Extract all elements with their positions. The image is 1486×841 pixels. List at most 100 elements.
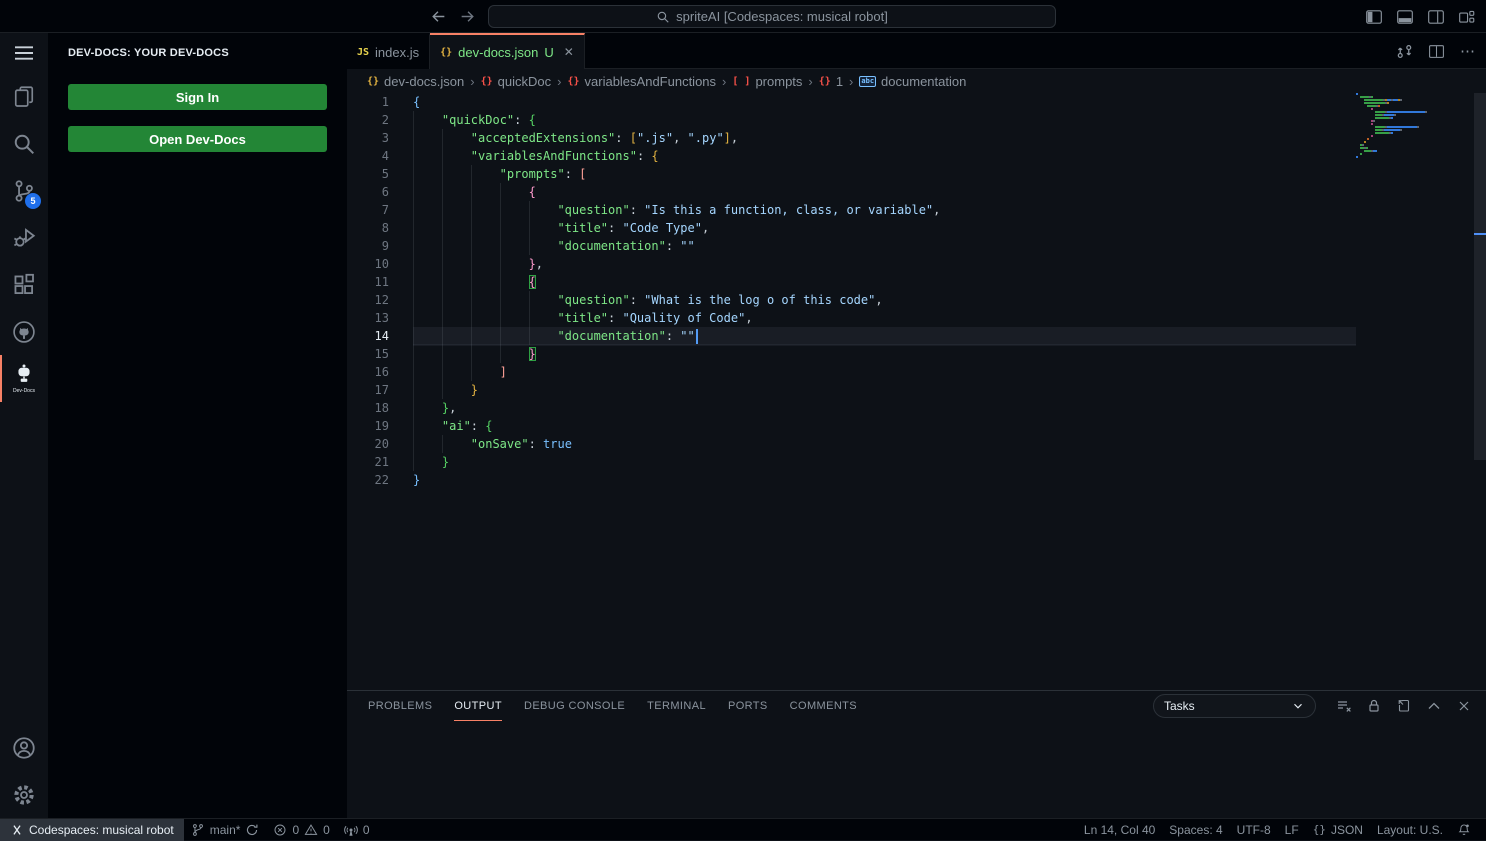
code-line[interactable]: 8"title": "Code Type", (347, 219, 1356, 237)
status-branch[interactable]: main* (184, 819, 267, 841)
breadcrumb-item-variablesAndFunctions[interactable]: {}variablesAndFunctions (567, 74, 716, 89)
code-line[interactable]: 5"prompts": [ (347, 165, 1356, 183)
close-panel-icon[interactable] (1456, 698, 1472, 714)
code-line[interactable]: 13"title": "Quality of Code", (347, 309, 1356, 327)
code-line[interactable]: 7"question": "Is this a function, class,… (347, 201, 1356, 219)
forward-arrow-icon[interactable] (459, 8, 476, 25)
token: "prompts" (500, 167, 565, 181)
more-actions-icon[interactable]: ⋯ (1460, 42, 1476, 60)
panel-tab-problems[interactable]: PROBLEMS (368, 691, 432, 721)
open-changes-icon[interactable] (1396, 43, 1413, 60)
activity-bar-item-github[interactable] (0, 308, 48, 355)
tab-index.js[interactable]: JSindex.js (347, 33, 430, 69)
status-notifications[interactable] (1450, 819, 1478, 841)
status-problems[interactable]: 00 (266, 819, 336, 841)
code-line[interactable]: 21} (347, 453, 1356, 471)
open-output-in-editor-icon[interactable] (1396, 698, 1412, 714)
code-line[interactable]: 6{ (347, 183, 1356, 201)
activity-bar-item-explorer[interactable] (0, 73, 48, 120)
scrollbar-slider[interactable] (1474, 93, 1486, 460)
status-indentation[interactable]: Spaces: 4 (1162, 819, 1229, 841)
panel-tab-output[interactable]: OUTPUT (454, 691, 502, 721)
code-line[interactable]: 3"acceptedExtensions": [".js", ".py"], (347, 129, 1356, 147)
minimap[interactable] (1356, 93, 1474, 690)
status-encoding[interactable]: UTF-8 (1230, 819, 1278, 841)
output-channel-select[interactable]: Tasks (1153, 694, 1316, 718)
breadcrumb-item-1[interactable]: {}1 (819, 74, 843, 89)
code-line[interactable]: 1{ (347, 93, 1356, 111)
close-tab-icon[interactable]: ✕ (564, 45, 574, 59)
maximize-panel-icon[interactable] (1426, 698, 1442, 714)
status-ports[interactable]: 0 (337, 819, 377, 841)
code-line[interactable]: 18}, (347, 399, 1356, 417)
minimap-segment (1375, 111, 1385, 113)
breadcrumb-item-documentation[interactable]: abcdocumentation (859, 74, 966, 89)
toggle-sidebar-icon[interactable] (1365, 8, 1383, 26)
code-line[interactable]: 15} (347, 345, 1356, 363)
token: : (630, 203, 644, 217)
javascript-file-icon: JS (357, 47, 369, 58)
status-eol[interactable]: LF (1278, 819, 1306, 841)
token: : (615, 131, 629, 145)
status-language-mode[interactable]: {}JSON (1306, 819, 1370, 841)
minimap-segment (1400, 99, 1402, 101)
token: } (529, 257, 536, 271)
activity-bar-item-accounts[interactable] (0, 724, 48, 771)
sign-in-button[interactable]: Sign In (68, 84, 327, 110)
line-content: { (413, 183, 1356, 201)
clear-output-icon[interactable] (1336, 698, 1352, 714)
code-line[interactable]: 10}, (347, 255, 1356, 273)
panel-tab-ports[interactable]: PORTS (728, 691, 768, 721)
code-line[interactable]: 9"documentation": "" (347, 237, 1356, 255)
code-line[interactable]: 17} (347, 381, 1356, 399)
toggle-secondary-sidebar-icon[interactable] (1427, 8, 1445, 26)
code-line[interactable]: 14"documentation": "" (347, 327, 1356, 345)
minimap-line (1375, 129, 1474, 131)
panel-tab-comments[interactable]: COMMENTS (790, 691, 857, 721)
minimap-segment (1375, 126, 1385, 128)
line-number: 21 (347, 453, 389, 471)
status-cursor-position[interactable]: Ln 14, Col 40 (1077, 819, 1162, 841)
token: "" (680, 239, 694, 253)
code-line[interactable]: 20"onSave": true (347, 435, 1356, 453)
code-line[interactable]: 22} (347, 471, 1356, 489)
split-editor-icon[interactable] (1428, 43, 1445, 60)
activity-bar-item-menu[interactable] (0, 33, 48, 73)
tab-dev-docs.json[interactable]: {}dev-docs.jsonU✕ (430, 33, 585, 69)
customize-layout-icon[interactable] (1458, 8, 1476, 26)
open-dev-docs-button[interactable]: Open Dev-Docs (68, 126, 327, 152)
code-line[interactable]: 12"question": "What is the log o of this… (347, 291, 1356, 309)
editor-region: JSindex.js{}dev-docs.jsonU✕ ⋯ {}dev-docs… (347, 33, 1486, 690)
activity-bar-item-extensions[interactable] (0, 261, 48, 308)
breadcrumb-item-quickDoc[interactable]: {}quickDoc (481, 74, 552, 89)
activity-bar-item-source-control[interactable]: 5 (0, 167, 48, 214)
indent-guide (442, 165, 471, 183)
minimap-line (1360, 147, 1474, 149)
code-line[interactable]: 4"variablesAndFunctions": { (347, 147, 1356, 165)
back-arrow-icon[interactable] (430, 8, 447, 25)
status-keyboard-layout[interactable]: Layout: U.S. (1370, 819, 1450, 841)
activity-bar-item-search[interactable] (0, 120, 48, 167)
breadcrumb-item-prompts[interactable]: [ ]prompts (732, 74, 802, 89)
code-editor[interactable]: 1{2"quickDoc": {3"acceptedExtensions": [… (347, 93, 1356, 690)
code-line[interactable]: 19"ai": { (347, 417, 1356, 435)
panel-tab-terminal[interactable]: TERMINAL (647, 691, 706, 721)
minimap-segment (1375, 114, 1382, 116)
code-line[interactable]: 16] (347, 363, 1356, 381)
minimap-segment (1417, 126, 1419, 128)
breadcrumb-item-dev-docs.json[interactable]: {}dev-docs.json (367, 74, 464, 89)
bottom-panel: PROBLEMS OUTPUT DEBUG CONSOLE TERMINAL PORTS… (347, 690, 1486, 818)
command-center-search[interactable]: spriteAI [Codespaces: musical robot] (488, 5, 1056, 28)
status-remote[interactable]: Codespaces: musical robot (0, 819, 184, 841)
toggle-panel-icon[interactable] (1396, 8, 1414, 26)
code-line[interactable]: 11{ (347, 273, 1356, 291)
indent-guide (500, 309, 529, 327)
activity-bar-item-settings[interactable] (0, 771, 48, 818)
lock-scroll-icon[interactable] (1366, 698, 1382, 714)
activity-bar-item-run-and-debug[interactable] (0, 214, 48, 261)
minimap-segment (1400, 129, 1402, 131)
title-bar: spriteAI [Codespaces: musical robot] (0, 0, 1486, 33)
code-line[interactable]: 2"quickDoc": { (347, 111, 1356, 129)
activity-bar-item-dev-docs[interactable]: Dev-Docs (0, 355, 48, 402)
panel-tab-debug-console[interactable]: DEBUG CONSOLE (524, 691, 625, 721)
